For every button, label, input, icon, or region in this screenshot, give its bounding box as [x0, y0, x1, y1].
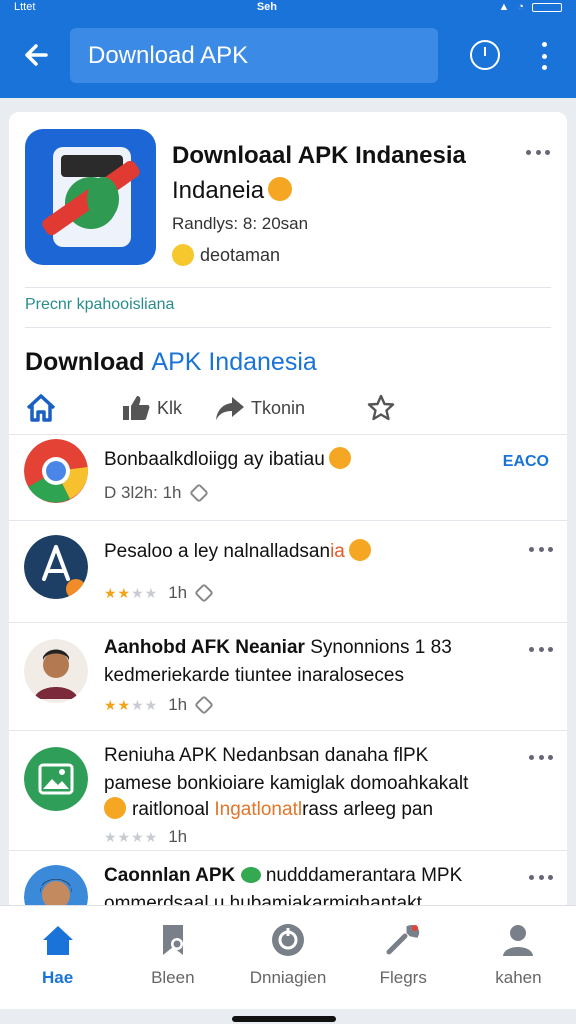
item-more-icon[interactable] — [529, 875, 553, 881]
app-title-line1: Downloaal APK Indanesia — [172, 142, 466, 169]
person-icon — [503, 925, 534, 956]
smile-emoji-icon — [268, 177, 293, 201]
rating-stars: ★★★★ — [104, 828, 159, 845]
app-meta: Randlys: 8: 20san — [172, 214, 309, 233]
nav-downloads[interactable]: Dnniagien — [230, 906, 345, 1009]
pin-icon — [188, 483, 209, 503]
back-arrow-icon[interactable] — [20, 38, 54, 72]
item-title: Reniuha APK Nedanbsan — [104, 745, 320, 766]
item-more-icon[interactable] — [529, 647, 553, 653]
bookmark-icon — [162, 925, 183, 955]
wifi-icon: ◔ — [517, 1, 524, 13]
like-action[interactable]: Klk — [121, 390, 182, 426]
chrome-like-icon — [24, 439, 88, 503]
download-icon — [272, 924, 304, 956]
divider — [25, 327, 551, 328]
item-description: kedmeriekarde tiuntee inaraloseces — [104, 665, 404, 686]
nav-library[interactable]: Bleen — [115, 906, 230, 1009]
rating-stars: ★★★★ — [104, 696, 159, 713]
share-action[interactable]: Tkonin — [215, 390, 305, 426]
developer-row[interactable]: deotaman — [172, 244, 280, 266]
nav-home[interactable]: Hae — [0, 906, 115, 1009]
nav-profile[interactable]: kahen — [461, 906, 576, 1009]
thumbs-up-icon — [123, 396, 150, 420]
item-tag[interactable]: EACO — [503, 453, 549, 471]
app-logo-icon[interactable] — [25, 129, 156, 265]
signal-icon: ▲ — [498, 1, 510, 13]
home-icon — [26, 394, 56, 422]
developer-name: deotaman — [200, 244, 281, 265]
item-description: pamese bonkioiare kamiglak domoahkakalt — [104, 773, 469, 794]
smile-emoji-icon — [348, 539, 371, 561]
developer-badge-icon — [172, 244, 194, 266]
list-item[interactable]: Aanhobd AFK Neaniar Synonnions 1 83 kedm… — [9, 622, 567, 730]
share-icon — [216, 397, 244, 420]
list-item[interactable]: Caonnlan APK nudddamerantara MPK ommerds… — [9, 850, 567, 912]
item-more-icon[interactable] — [529, 755, 553, 761]
search-input[interactable]: Download APK — [70, 28, 438, 83]
divider — [25, 287, 551, 288]
promo-link[interactable]: Precnr kpahooisliana — [25, 296, 174, 314]
favorite-action[interactable] — [367, 390, 395, 426]
rating-stars: ★★★★ — [104, 584, 159, 601]
overflow-menu-icon[interactable] — [540, 42, 548, 70]
item-meta: 1h — [168, 827, 188, 846]
app-title: Downloaal APK Indanesia Indaneia — [172, 138, 512, 208]
battery-icon — [531, 2, 562, 12]
home-action[interactable] — [25, 390, 57, 426]
main-card: Downloaal APK Indanesia Indaneia Randlys… — [9, 112, 567, 912]
item-title: Bonbaalkdloiigg ay ibatiau — [104, 449, 325, 470]
carrier-text: Lttet — [14, 1, 36, 13]
status-icons: ▲ ◔ — [498, 1, 562, 13]
pin-icon — [194, 695, 215, 715]
app-more-icon[interactable] — [526, 150, 550, 156]
badge-icon — [240, 867, 261, 883]
section-title: Download APK Indanesia — [25, 348, 317, 376]
star-icon — [367, 394, 395, 421]
item-meta: D 3l2h: 1h — [104, 483, 182, 502]
item-meta: 1h — [168, 695, 188, 714]
app-title-line2: Indaneia — [172, 177, 265, 204]
home-icon — [42, 926, 73, 955]
home-indicator[interactable] — [232, 1016, 336, 1022]
toolbar: Download APK — [0, 26, 576, 86]
smile-emoji-icon — [328, 447, 351, 469]
nav-tools[interactable]: Flegrs — [346, 906, 461, 1009]
history-icon[interactable] — [470, 40, 500, 70]
pushbullet-like-icon — [24, 535, 88, 599]
item-meta: 1h — [168, 583, 188, 602]
item-title: Pesaloo a ley nalnalladsan — [104, 541, 331, 562]
item-title: Caonnlan APK — [104, 865, 236, 886]
list-item[interactable]: Bonbaalkdloiigg ay ibatiau D 3l2h: 1h EA… — [9, 434, 567, 520]
item-more-icon[interactable] — [529, 547, 553, 553]
clock: Seh — [256, 1, 278, 13]
status-bar: Lttet Seh ▲ ◔ — [0, 0, 576, 14]
app-bar: Lttet Seh ▲ ◔ Download APK — [0, 0, 576, 98]
item-title: Aanhobd AFK Neaniar — [104, 637, 305, 658]
list-item[interactable]: Reniuha APK Nedanbsan danaha flPK pamese… — [9, 730, 567, 850]
bottom-navigation: Hae Bleen Dnniagien Flegrs kahen — [0, 905, 576, 1009]
image-app-icon — [24, 747, 88, 811]
action-row: Klk Tkonin — [25, 390, 425, 426]
list-item[interactable]: Pesaloo a ley nalnalladsania ★★★★ 1h — [9, 520, 567, 622]
pin-icon — [194, 583, 215, 603]
wrench-icon — [386, 925, 420, 955]
person-avatar — [24, 639, 88, 703]
smile-emoji-icon — [104, 797, 126, 819]
